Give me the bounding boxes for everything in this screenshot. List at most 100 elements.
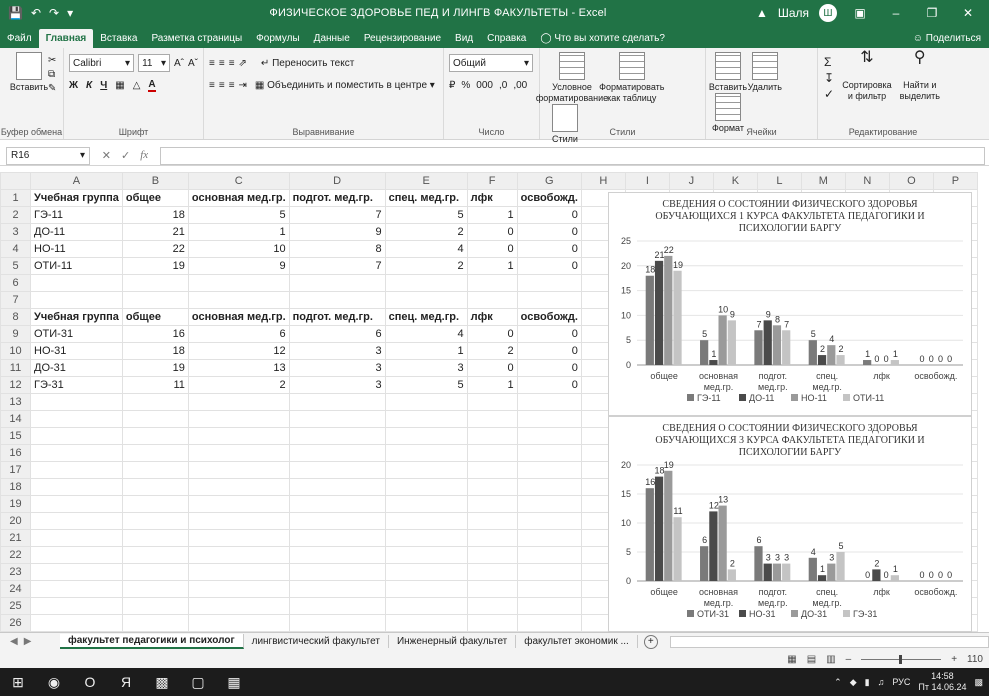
cell[interactable] bbox=[516, 393, 582, 411]
cell[interactable] bbox=[466, 274, 518, 292]
cell[interactable] bbox=[288, 529, 386, 547]
cell[interactable]: общее bbox=[121, 308, 189, 326]
copy-icon[interactable]: ⧉ bbox=[48, 68, 56, 82]
cell[interactable] bbox=[121, 410, 189, 428]
fill-color-icon[interactable]: △ bbox=[133, 80, 141, 91]
cell[interactable] bbox=[384, 410, 468, 428]
zoom-out-icon[interactable]: – bbox=[846, 654, 852, 665]
row-header[interactable]: 4 bbox=[0, 240, 31, 258]
cell[interactable]: 5 bbox=[384, 206, 468, 224]
row-header[interactable]: 26 bbox=[0, 614, 31, 632]
cell[interactable]: основная мед.гр. bbox=[187, 308, 290, 326]
cell[interactable] bbox=[516, 512, 582, 530]
sheet-tab-engineering[interactable]: Инженерный факультет bbox=[389, 635, 517, 648]
column-header[interactable]: M bbox=[800, 172, 846, 190]
cell[interactable] bbox=[187, 427, 290, 445]
merge-center-button[interactable]: ▦ Объединить и поместить в центре ▾ bbox=[255, 80, 435, 91]
bold-icon[interactable]: Ж bbox=[69, 80, 78, 91]
cell[interactable] bbox=[187, 563, 290, 581]
row-header[interactable]: 3 bbox=[0, 223, 31, 241]
cell[interactable]: 2 bbox=[384, 257, 468, 275]
cell[interactable]: НО-31 bbox=[30, 342, 123, 360]
cell[interactable] bbox=[30, 614, 123, 632]
cell[interactable] bbox=[288, 291, 386, 309]
cell[interactable] bbox=[466, 614, 518, 632]
clear-icon[interactable]: ✓ bbox=[824, 86, 834, 102]
user-name[interactable]: Шаля bbox=[778, 6, 809, 20]
chrome-icon[interactable]: ◉ bbox=[36, 668, 72, 696]
cell[interactable]: 12 bbox=[187, 342, 290, 360]
cell[interactable] bbox=[121, 580, 189, 598]
cell[interactable]: 6 bbox=[288, 325, 386, 343]
tab-formulas[interactable]: Формулы bbox=[249, 29, 307, 48]
cell[interactable] bbox=[288, 478, 386, 496]
font-size-select[interactable]: 11 ▾ bbox=[138, 54, 170, 72]
cell[interactable] bbox=[30, 546, 123, 564]
cell[interactable] bbox=[466, 461, 518, 479]
fill-icon[interactable]: ↧ bbox=[824, 70, 834, 86]
cell[interactable] bbox=[466, 512, 518, 530]
sheet-tab-pedagogy[interactable]: факультет педагогики и психолог bbox=[60, 634, 244, 649]
battery-icon[interactable]: ▮ bbox=[865, 677, 870, 688]
cell[interactable]: 1 bbox=[466, 257, 518, 275]
clock[interactable]: 14:58 Пт 14.06.24 bbox=[918, 671, 966, 693]
tab-insert[interactable]: Вставка bbox=[93, 29, 144, 48]
cell[interactable] bbox=[121, 461, 189, 479]
column-header[interactable]: O bbox=[888, 172, 934, 190]
cell[interactable] bbox=[30, 597, 123, 615]
cell[interactable] bbox=[30, 291, 123, 309]
cell[interactable]: 0 bbox=[516, 257, 582, 275]
sheet-tab-linguistics[interactable]: лингвистический факультет bbox=[244, 635, 389, 648]
cell[interactable] bbox=[384, 512, 468, 530]
cell[interactable]: лфк bbox=[466, 189, 518, 207]
cell[interactable]: освобожд. bbox=[516, 189, 582, 207]
minimize-button[interactable]: – bbox=[883, 6, 909, 20]
yandex-icon[interactable]: Я bbox=[108, 668, 144, 696]
column-header[interactable]: G bbox=[516, 172, 582, 190]
cell[interactable] bbox=[121, 563, 189, 581]
cell[interactable] bbox=[516, 546, 582, 564]
cell[interactable]: 0 bbox=[516, 325, 582, 343]
cell[interactable] bbox=[384, 393, 468, 411]
opera-icon[interactable]: O bbox=[72, 668, 108, 696]
grow-font-icon[interactable]: Aˆ bbox=[174, 58, 184, 69]
cell[interactable] bbox=[466, 291, 518, 309]
cell[interactable]: 3 bbox=[288, 359, 386, 377]
tab-data[interactable]: Данные bbox=[307, 29, 357, 48]
cell[interactable] bbox=[384, 614, 468, 632]
row-header[interactable]: 20 bbox=[0, 512, 31, 530]
maximize-button[interactable]: ❐ bbox=[919, 6, 945, 20]
cell[interactable] bbox=[288, 614, 386, 632]
cell[interactable] bbox=[466, 597, 518, 615]
cell[interactable] bbox=[121, 546, 189, 564]
column-header[interactable]: H bbox=[580, 172, 626, 190]
borders-icon[interactable]: ▦ bbox=[115, 80, 124, 91]
cell[interactable]: 2 bbox=[187, 376, 290, 394]
column-header[interactable]: I bbox=[624, 172, 670, 190]
cell[interactable] bbox=[384, 291, 468, 309]
row-header[interactable]: 13 bbox=[0, 393, 31, 411]
column-header[interactable]: D bbox=[288, 172, 386, 190]
currency-icon[interactable]: ₽ bbox=[449, 80, 455, 91]
cell[interactable]: спец. мед.гр. bbox=[384, 308, 468, 326]
row-header[interactable]: 25 bbox=[0, 597, 31, 615]
cell[interactable] bbox=[384, 580, 468, 598]
column-header[interactable]: E bbox=[384, 172, 468, 190]
cell[interactable] bbox=[187, 580, 290, 598]
cell[interactable] bbox=[288, 512, 386, 530]
column-header[interactable]: C bbox=[187, 172, 290, 190]
underline-icon[interactable]: Ч bbox=[100, 80, 107, 91]
cell[interactable] bbox=[121, 444, 189, 462]
font-color-icon[interactable]: A bbox=[148, 79, 156, 92]
cell[interactable] bbox=[288, 274, 386, 292]
format-as-table-button[interactable]: Форматировать как таблицу bbox=[599, 52, 664, 104]
cell[interactable]: 19 bbox=[121, 257, 189, 275]
cell[interactable]: 4 bbox=[384, 325, 468, 343]
zoom-level[interactable]: 110 bbox=[967, 654, 983, 665]
cell[interactable]: 5 bbox=[384, 376, 468, 394]
cell[interactable] bbox=[187, 512, 290, 530]
cell[interactable]: 1 bbox=[187, 223, 290, 241]
cell[interactable]: 9 bbox=[288, 223, 386, 241]
cell[interactable]: 7 bbox=[288, 257, 386, 275]
fx-icon[interactable]: fx bbox=[140, 149, 148, 162]
